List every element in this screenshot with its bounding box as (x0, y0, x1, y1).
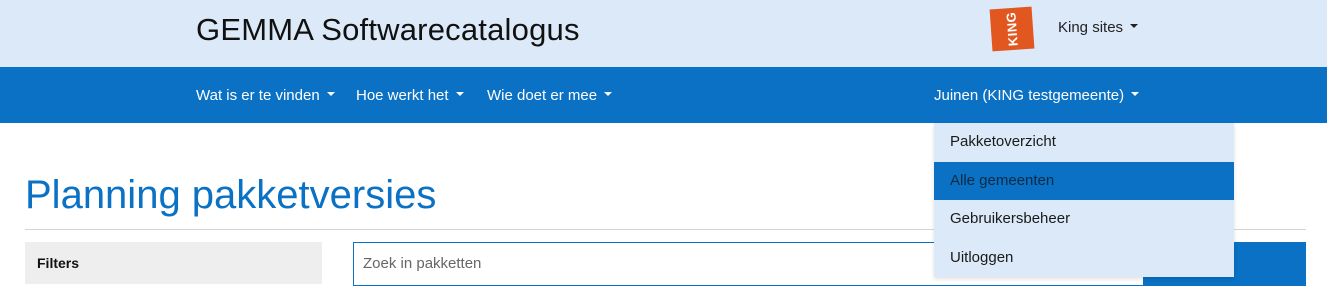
king-sites-dropdown[interactable]: King sites (1058, 18, 1139, 38)
nav-item-label: Wie doet er mee (487, 87, 598, 104)
filters-heading: Filters (37, 255, 80, 271)
site-header: GEMMA Softwarecatalogus KING King sites (0, 0, 1327, 67)
king-logo-text: KING (1003, 11, 1021, 47)
dropdown-item-alle-gemeenten[interactable]: Alle gemeenten (934, 162, 1234, 200)
filters-panel: Filters (25, 242, 322, 284)
king-logo[interactable]: KING (989, 6, 1035, 52)
dropdown-item-uitloggen[interactable]: Uitloggen (934, 239, 1234, 277)
caret-down-icon (1131, 92, 1140, 97)
nav-item-wie-doet-er-mee[interactable]: Wie doet er mee (487, 86, 613, 106)
caret-down-icon (326, 92, 335, 97)
caret-down-icon (604, 92, 613, 97)
dropdown-item-pakketoverzicht[interactable]: Pakketoverzicht (934, 123, 1234, 161)
site-title[interactable]: GEMMA Softwarecatalogus (196, 10, 580, 50)
user-dropdown-menu: Pakketoverzicht Alle gemeenten Gebruiker… (934, 123, 1234, 277)
user-menu-toggle[interactable]: Juinen (KING testgemeente) (934, 86, 1140, 106)
caret-down-icon (1130, 24, 1139, 29)
page-title: Planning pakketversies (25, 173, 437, 217)
caret-down-icon (455, 92, 464, 97)
nav-item-hoe-werkt-het[interactable]: Hoe werkt het (356, 86, 464, 106)
dropdown-item-gebruikersbeheer[interactable]: Gebruikersbeheer (934, 200, 1234, 238)
king-sites-label: King sites (1058, 19, 1124, 36)
nav-item-wat-is-er-te-vinden[interactable]: Wat is er te vinden (196, 86, 335, 106)
nav-item-label: Wat is er te vinden (196, 87, 320, 104)
main-navigation: Wat is er te vinden Hoe werkt het Wie do… (0, 67, 1327, 123)
user-menu-label: Juinen (KING testgemeente) (934, 87, 1125, 104)
nav-item-label: Hoe werkt het (356, 87, 449, 104)
